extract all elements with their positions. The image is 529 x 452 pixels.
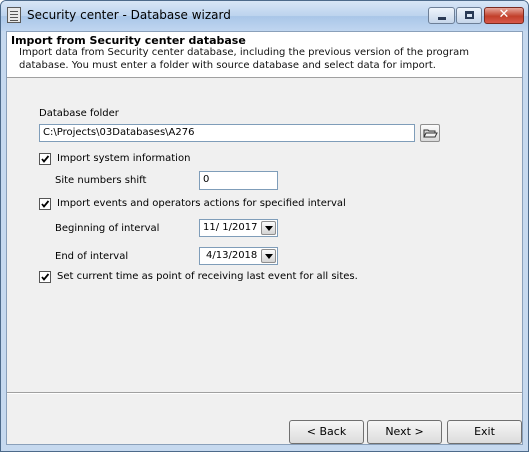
close-icon: ✕ bbox=[498, 7, 510, 22]
site-numbers-shift-label: Site numbers shift bbox=[55, 175, 147, 186]
wizard-header: Import from Security center database Imp… bbox=[7, 32, 522, 78]
title-bar[interactable]: Security center - Database wizard ✕ bbox=[1, 1, 528, 31]
open-folder-icon bbox=[423, 129, 438, 138]
set-current-time-label[interactable]: Set current time as point of receiving l… bbox=[57, 271, 358, 282]
check-icon bbox=[41, 155, 50, 163]
end-of-interval-dropdown[interactable] bbox=[261, 249, 276, 263]
close-button[interactable]: ✕ bbox=[484, 7, 524, 24]
import-system-info-checkbox[interactable] bbox=[39, 153, 51, 165]
window-title: Security center - Database wizard bbox=[27, 8, 231, 22]
back-button[interactable]: < Back bbox=[289, 420, 364, 444]
beginning-of-interval-label: Beginning of interval bbox=[55, 223, 160, 234]
import-system-info-label[interactable]: Import system information bbox=[57, 153, 190, 164]
minimize-button[interactable] bbox=[428, 7, 455, 24]
maximize-icon bbox=[465, 11, 474, 19]
beginning-of-interval-picker[interactable]: 11/ 1/2017 bbox=[199, 219, 278, 237]
browse-folder-button[interactable] bbox=[420, 124, 440, 142]
database-folder-label: Database folder bbox=[39, 108, 119, 119]
end-of-interval-label: End of interval bbox=[55, 251, 129, 262]
beginning-of-interval-dropdown[interactable] bbox=[261, 221, 276, 235]
beginning-of-interval-value: 11/ 1/2017 bbox=[203, 222, 258, 233]
wizard-client-area: Import from Security center database Imp… bbox=[6, 31, 523, 445]
import-events-label[interactable]: Import events and operators actions for … bbox=[57, 198, 346, 209]
maximize-button[interactable] bbox=[456, 7, 482, 24]
wizard-window: Security center - Database wizard ✕ Impo… bbox=[0, 0, 529, 452]
chevron-down-icon bbox=[265, 226, 273, 231]
database-folder-input[interactable]: C:\Projects\03Databases\A276 bbox=[39, 124, 415, 142]
minimize-icon bbox=[438, 17, 446, 20]
site-numbers-shift-input[interactable]: 0 bbox=[199, 171, 278, 190]
import-events-checkbox[interactable] bbox=[39, 198, 51, 210]
check-icon bbox=[41, 273, 50, 281]
exit-button[interactable]: Exit bbox=[447, 420, 522, 444]
chevron-down-icon bbox=[265, 254, 273, 259]
footer-separator bbox=[7, 392, 522, 394]
next-button[interactable]: Next > bbox=[367, 420, 442, 444]
end-of-interval-value: 4/13/2018 bbox=[206, 250, 258, 261]
app-icon bbox=[7, 7, 21, 23]
end-of-interval-picker[interactable]: 4/13/2018 bbox=[199, 247, 278, 265]
page-description: Import data from Security center databas… bbox=[19, 47, 469, 71]
check-icon bbox=[41, 200, 50, 208]
set-current-time-checkbox[interactable] bbox=[39, 271, 51, 283]
